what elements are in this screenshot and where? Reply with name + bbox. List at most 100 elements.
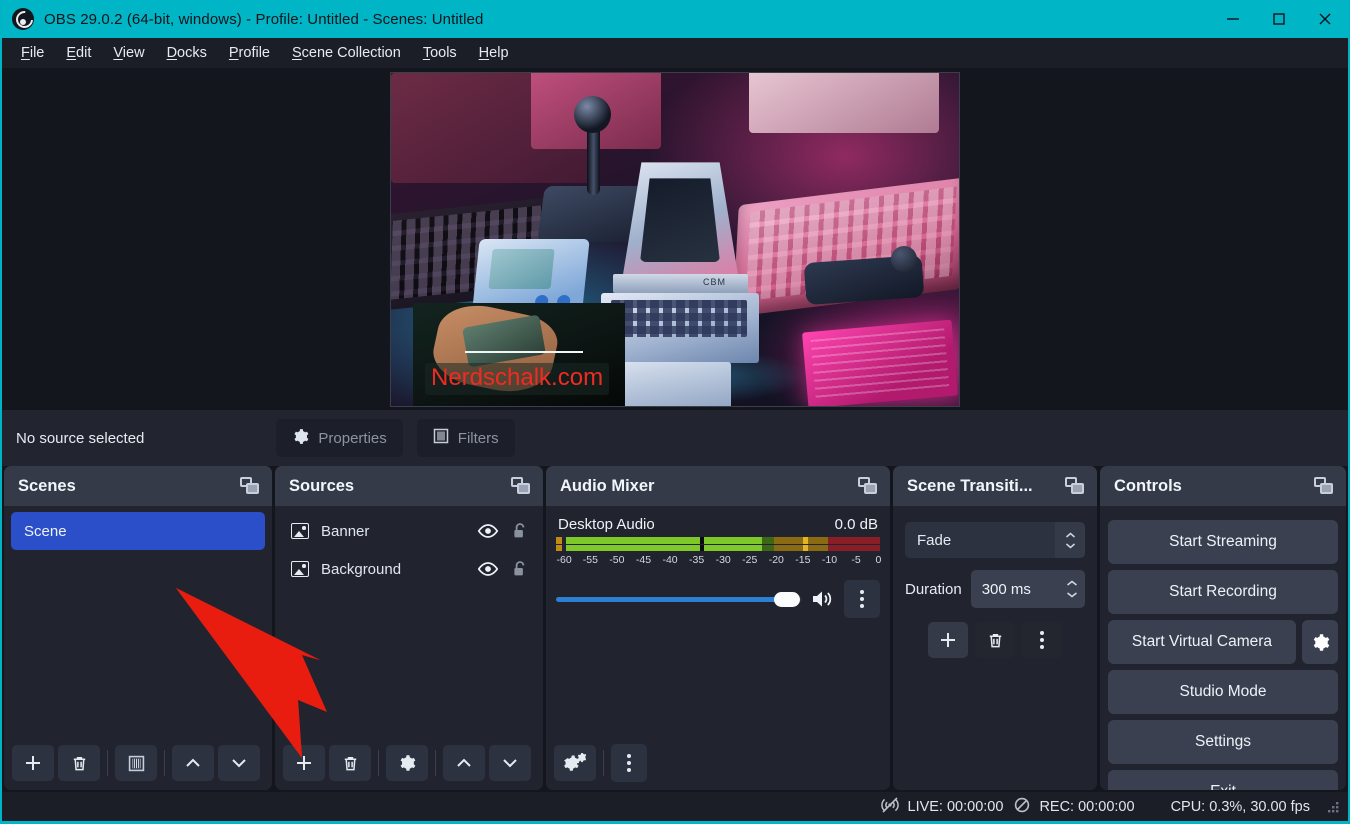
remove-scene-button[interactable]: [58, 745, 100, 781]
start-streaming-button[interactable]: Start Streaming: [1108, 520, 1338, 564]
source-properties-button[interactable]: [386, 745, 428, 781]
advanced-audio-properties-button[interactable]: [554, 745, 596, 781]
menu-help[interactable]: Help: [469, 41, 519, 65]
duration-input[interactable]: 300 ms: [970, 570, 1085, 608]
scene-monitor-right: [749, 72, 939, 133]
toolbar-separator: [603, 750, 604, 776]
sources-toolbar: [275, 742, 543, 790]
menu-profile[interactable]: Profile: [219, 41, 280, 65]
source-item-label: Banner: [321, 522, 370, 540]
volume-slider[interactable]: [556, 588, 802, 610]
live-status: LIVE: 00:00:00: [880, 796, 1003, 818]
rec-status: REC: 00:00:00: [1013, 796, 1135, 818]
preview-canvas[interactable]: CBM Nerdschalk.com: [390, 71, 960, 407]
meter-tick: -35: [689, 554, 705, 566]
duration-value: 300 ms: [981, 580, 1031, 598]
remove-transition-button[interactable]: [975, 622, 1015, 658]
dock-row: Scenes Scene Sources Banner Background A…: [2, 466, 1348, 792]
preview-area[interactable]: CBM Nerdschalk.com: [2, 68, 1348, 410]
transition-select[interactable]: Fade: [905, 522, 1085, 558]
controls-panel: Controls Start Streaming Start Recording…: [1100, 466, 1346, 790]
volume-slider-handle[interactable]: [773, 592, 800, 607]
title-bar-left: OBS 29.0.2 (64-bit, windows) - Profile: …: [2, 8, 483, 30]
window-title: OBS 29.0.2 (64-bit, windows) - Profile: …: [44, 10, 484, 28]
meter-tick: -10: [821, 554, 838, 566]
float-dock-icon[interactable]: [240, 477, 260, 495]
meter-scale: -60 -55 -50 -45 -40 -35 -30 -25 -20 -15 …: [556, 554, 882, 570]
filters-button[interactable]: Filters: [416, 419, 515, 457]
meter-tick: -45: [635, 554, 652, 566]
move-source-up-button[interactable]: [443, 745, 485, 781]
unlock-icon[interactable]: [511, 560, 529, 578]
scenes-panel: Scenes Scene: [4, 466, 272, 790]
mixer-body: Desktop Audio 0.0 dB -60 -55 -50 -45 -40…: [546, 506, 890, 742]
menu-view[interactable]: View: [103, 41, 154, 65]
transitions-body: Fade Duration 300 ms: [893, 506, 1097, 742]
controls-panel-title: Controls: [1114, 476, 1182, 495]
move-scene-up-button[interactable]: [172, 745, 214, 781]
unlock-icon[interactable]: [511, 522, 529, 540]
properties-button[interactable]: Properties: [276, 419, 403, 457]
menu-tools[interactable]: Tools: [413, 41, 467, 65]
scene-transitions-panel: Scene Transiti... Fade Duration 300 ms: [893, 466, 1097, 790]
audio-mixer-panel: Audio Mixer Desktop Audio 0.0 dB -60 -55…: [546, 466, 890, 790]
obs-main-window: OBS 29.0.2 (64-bit, windows) - Profile: …: [0, 0, 1350, 824]
selected-source-status: No source selected: [16, 429, 145, 447]
source-list-item[interactable]: Background: [275, 550, 543, 588]
preview-banner-source[interactable]: Nerdschalk.com: [413, 302, 625, 406]
menu-file[interactable]: File: [11, 41, 54, 65]
meter-tick: -15: [795, 554, 811, 566]
eye-icon[interactable]: [477, 523, 499, 539]
studio-mode-button[interactable]: Studio Mode: [1108, 670, 1338, 714]
float-dock-icon[interactable]: [511, 477, 531, 495]
resize-grip-icon[interactable]: [1326, 800, 1340, 814]
meter-tick: -60: [556, 554, 572, 566]
mixer-menu-button[interactable]: [611, 744, 647, 782]
minimize-icon[interactable]: [1210, 0, 1256, 38]
duration-stepper[interactable]: [1066, 580, 1078, 598]
float-dock-icon[interactable]: [858, 477, 878, 495]
float-dock-icon[interactable]: [1065, 477, 1085, 495]
start-virtual-camera-button[interactable]: Start Virtual Camera: [1108, 620, 1296, 664]
transition-menu-button[interactable]: [1022, 622, 1062, 658]
mixer-panel-title: Audio Mixer: [560, 476, 655, 495]
meter-tick: -25: [742, 554, 758, 566]
speaker-icon[interactable]: [811, 589, 835, 609]
cpu-stats: CPU: 0.3%, 30.00 fps: [1170, 798, 1310, 815]
menu-edit[interactable]: Edit: [56, 41, 101, 65]
meter-tick: -50: [609, 554, 625, 566]
virtual-camera-settings-gear-icon[interactable]: [1302, 620, 1338, 664]
toolbar-separator: [107, 750, 108, 776]
rec-timer: REC: 00:00:00: [1039, 798, 1135, 815]
transition-selected-value: Fade: [917, 531, 952, 549]
controls-panel-header: Controls: [1100, 466, 1346, 506]
scenes-list[interactable]: Scene: [4, 506, 272, 742]
scene-list-item[interactable]: Scene: [11, 512, 265, 550]
gear-icon: [292, 428, 309, 449]
maximize-icon[interactable]: [1256, 0, 1302, 38]
settings-button[interactable]: Settings: [1108, 720, 1338, 764]
transition-spinner-icon[interactable]: [1055, 522, 1085, 558]
exit-button[interactable]: Exit: [1108, 770, 1338, 790]
meter-tick: -55: [582, 554, 598, 566]
scenes-toolbar: [4, 742, 272, 790]
menu-docks[interactable]: Docks: [157, 41, 217, 65]
move-source-down-button[interactable]: [489, 745, 531, 781]
scene-knob: [891, 245, 917, 272]
remove-source-button[interactable]: [329, 745, 371, 781]
source-list-item[interactable]: Banner: [275, 512, 543, 550]
channel-menu-button[interactable]: [844, 580, 880, 618]
menu-scene-collection[interactable]: Scene Collection: [282, 41, 411, 65]
scene-filters-button[interactable]: [115, 745, 157, 781]
sources-list[interactable]: Banner Background: [275, 506, 543, 742]
eye-icon[interactable]: [477, 561, 499, 577]
sources-panel: Sources Banner Background: [275, 466, 543, 790]
scene-item-label: Scene: [24, 522, 67, 540]
close-icon[interactable]: [1302, 0, 1348, 38]
start-recording-button[interactable]: Start Recording: [1108, 570, 1338, 614]
add-scene-button[interactable]: [12, 745, 54, 781]
float-dock-icon[interactable]: [1314, 477, 1334, 495]
move-scene-down-button[interactable]: [218, 745, 260, 781]
add-source-button[interactable]: [283, 745, 325, 781]
add-transition-button[interactable]: [928, 622, 968, 658]
